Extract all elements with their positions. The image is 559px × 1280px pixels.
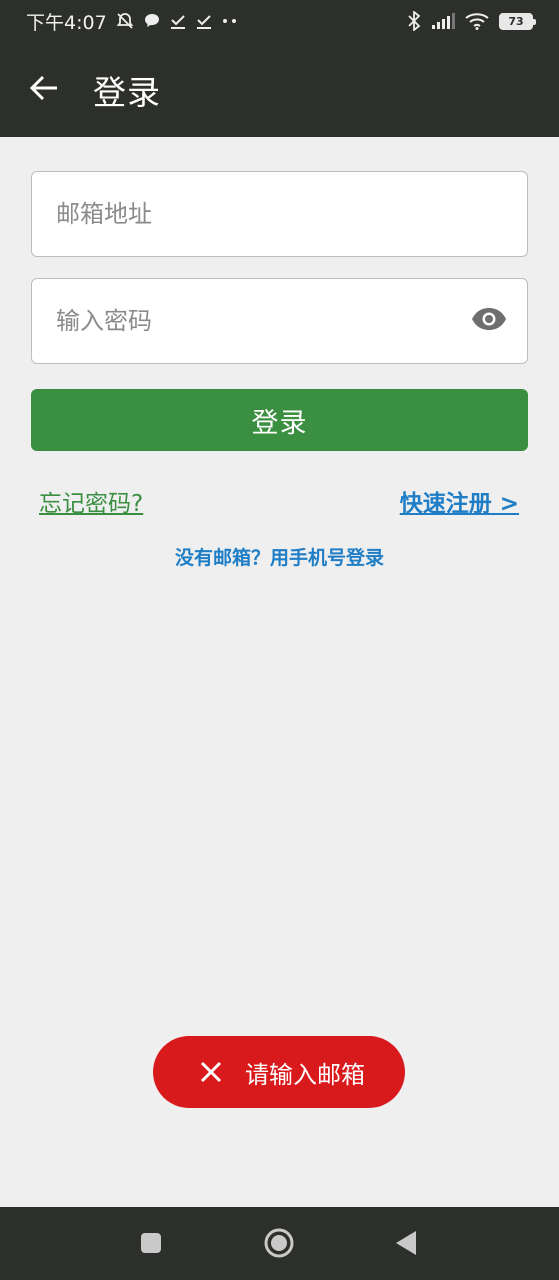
status-bar: 下午4:07 73 — [0, 0, 559, 42]
download-done-icon — [195, 12, 213, 30]
status-left: 下午4:07 — [26, 8, 239, 35]
wifi-icon — [465, 12, 489, 30]
arrow-left-icon — [29, 75, 58, 105]
nav-back-button[interactable] — [386, 1225, 426, 1265]
email-input[interactable] — [56, 200, 503, 228]
app-header: 登录 — [0, 42, 559, 137]
app-root: 下午4:07 73 登录 邮箱地址 登录 忘记密码? 快速注册 > 没有邮箱？用… — [0, 0, 559, 1280]
more-dots-icon — [221, 16, 239, 26]
quick-register-link[interactable]: 快速注册 > — [400, 484, 519, 518]
login-button[interactable]: 登录 — [31, 389, 528, 451]
home-button[interactable] — [259, 1225, 299, 1265]
battery-level: 73 — [508, 14, 524, 28]
password-input[interactable] — [56, 307, 456, 335]
home-icon — [263, 1227, 295, 1263]
bluetooth-icon — [407, 11, 421, 31]
page-title: 登录 — [93, 73, 161, 112]
recent-apps-icon — [139, 1231, 163, 1259]
toast-message: 请输入邮箱 — [245, 1060, 365, 1089]
mute-bell-icon — [115, 11, 135, 31]
error-toast: 请输入邮箱 — [153, 1036, 405, 1108]
back-triangle-icon — [394, 1230, 418, 1260]
top-bar: 下午4:07 73 登录 — [0, 0, 559, 137]
recent-apps-button[interactable] — [131, 1225, 171, 1265]
chat-bubble-icon — [143, 12, 161, 30]
close-icon — [197, 1058, 225, 1086]
status-right: 73 — [407, 11, 536, 31]
system-nav-bar — [0, 1207, 559, 1280]
toggle-password-visibility-button[interactable] — [469, 303, 509, 339]
forgot-password-link[interactable]: 忘记密码? — [39, 484, 143, 518]
back-button[interactable] — [22, 72, 66, 108]
eye-icon — [471, 307, 507, 335]
battery-icon: 73 — [499, 12, 536, 30]
download-done-icon — [169, 12, 187, 30]
phone-login-link[interactable]: 没有邮箱？用手机号登录 — [0, 543, 559, 570]
signal-icon — [431, 13, 455, 29]
status-time: 下午4:07 — [26, 11, 107, 34]
password-field[interactable] — [31, 278, 528, 364]
email-field[interactable] — [31, 171, 528, 257]
